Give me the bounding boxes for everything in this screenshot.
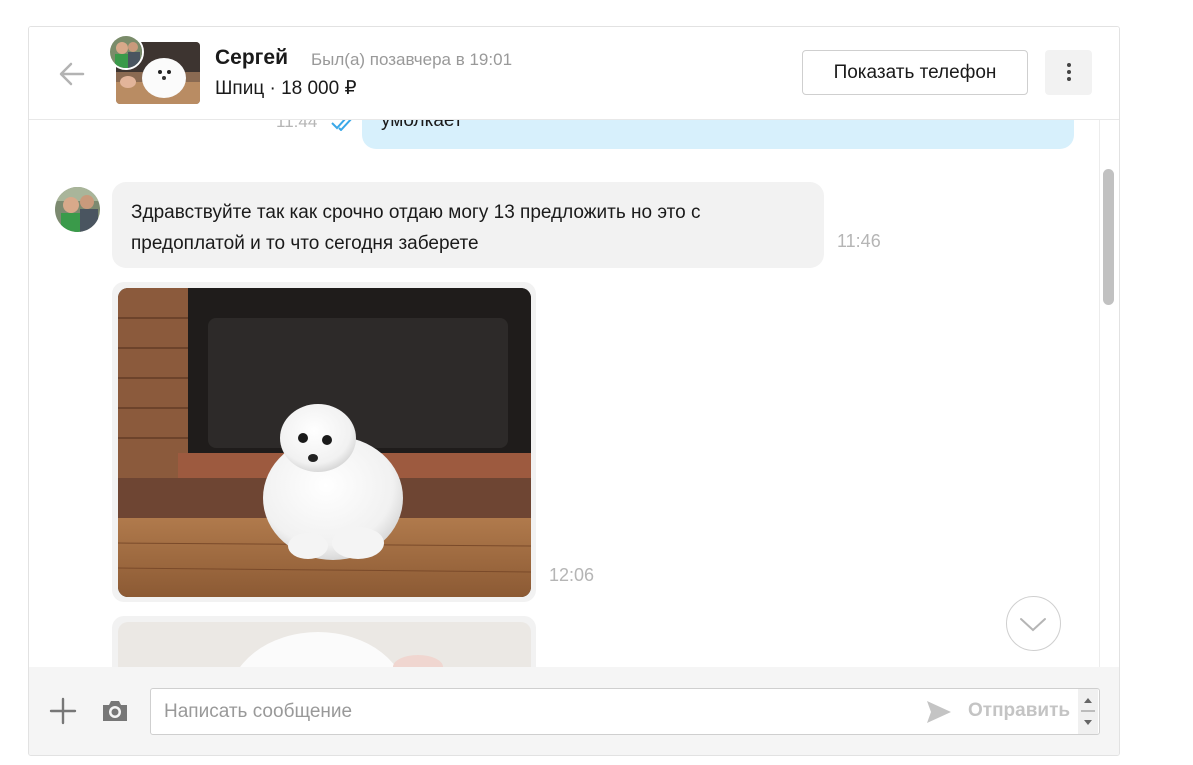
- send-button[interactable]: Отправить: [968, 700, 1070, 722]
- chat-window: Сергей Был(а) позавчера в 19:01 Шпиц · 1…: [28, 26, 1120, 756]
- camera-icon: [103, 701, 127, 721]
- scrollbar-thumb[interactable]: [1103, 169, 1114, 305]
- incoming-message-bubble: Здравствуйте так как срочно отдаю могу 1…: [112, 182, 824, 268]
- image-message: [112, 282, 536, 602]
- attach-button[interactable]: [48, 696, 78, 726]
- incoming-message-text: Здравствуйте так как срочно отдаю могу 1…: [131, 202, 701, 254]
- message-time: 11:44: [276, 119, 318, 131]
- plus-icon: [49, 697, 77, 725]
- message-composer: Отправить: [29, 667, 1119, 755]
- seller-avatar[interactable]: [108, 34, 144, 70]
- message-time: 12:06: [549, 565, 595, 585]
- message-input[interactable]: [150, 688, 1100, 735]
- input-spinner[interactable]: [1078, 689, 1098, 734]
- back-button[interactable]: [55, 57, 89, 91]
- listing-title[interactable]: Шпиц · 18 000 ₽: [215, 77, 357, 100]
- message-time: 11:46: [837, 231, 881, 251]
- puppy-photo[interactable]: [118, 288, 531, 597]
- send-icon-button[interactable]: [925, 698, 953, 726]
- seller-name[interactable]: Сергей: [215, 46, 288, 70]
- chevron-down-icon: [1020, 618, 1046, 632]
- camera-button[interactable]: [100, 696, 130, 726]
- outgoing-message-bubble: [362, 119, 1074, 149]
- last-seen-status: Был(а) позавчера в 19:01: [311, 50, 513, 69]
- arrow-left-icon: [59, 62, 85, 86]
- chat-header: Сергей Был(а) позавчера в 19:01 Шпиц · 1…: [29, 27, 1119, 120]
- outgoing-message-text: умолкает: [381, 119, 463, 131]
- message-list[interactable]: умолкает 11:44 Здравствуйте так как сроч…: [29, 119, 1119, 667]
- more-vertical-icon: [1067, 63, 1071, 67]
- show-phone-button[interactable]: Показать телефон: [802, 50, 1028, 95]
- sender-avatar[interactable]: [55, 187, 100, 232]
- more-options-button[interactable]: [1045, 50, 1092, 95]
- scroll-to-bottom-button[interactable]: [1006, 596, 1061, 651]
- send-icon: [927, 701, 951, 723]
- puppy-photo[interactable]: [118, 622, 531, 667]
- image-message: [112, 616, 536, 667]
- double-check-icon: [331, 119, 353, 131]
